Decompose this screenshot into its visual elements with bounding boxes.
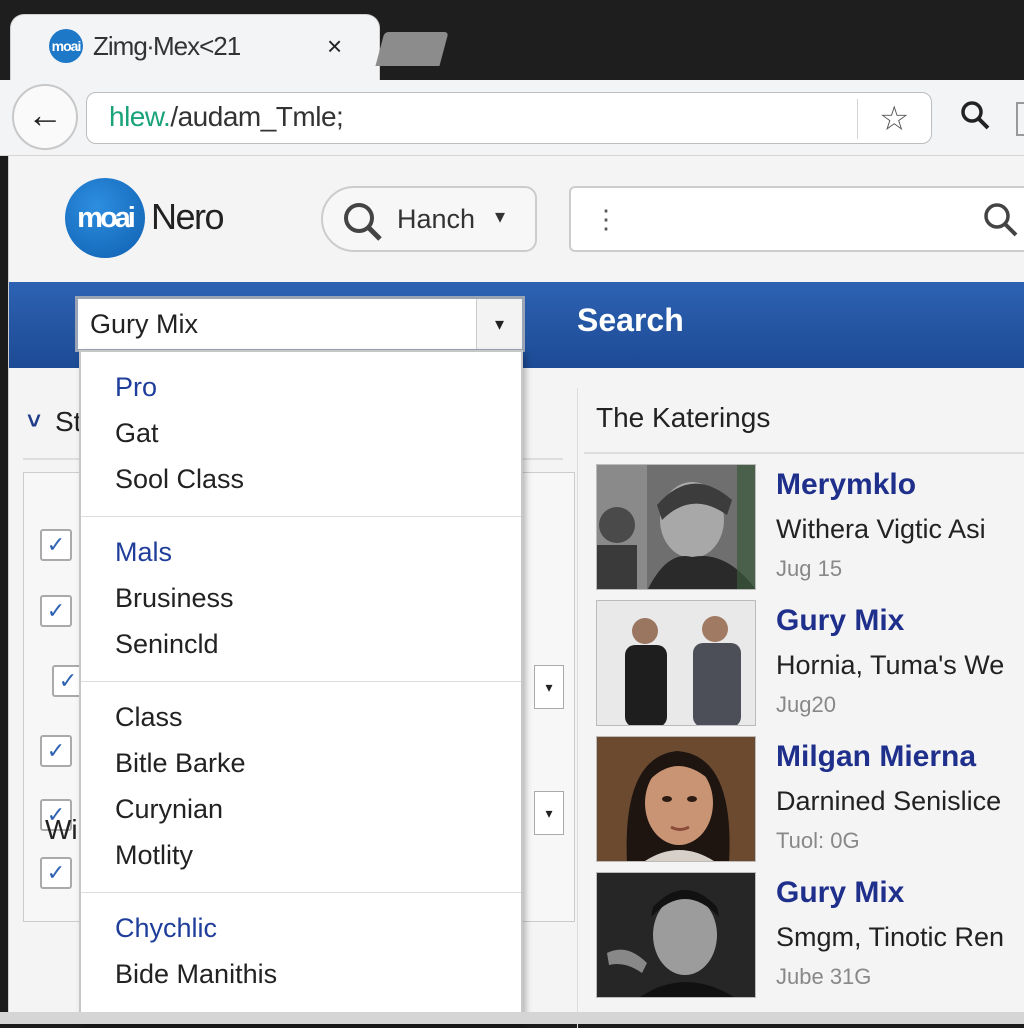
address-text: hlew./audam_Tmle; xyxy=(109,101,344,133)
result-title[interactable]: Merymklo xyxy=(776,468,916,502)
dropdown-option[interactable]: Bide Manithis xyxy=(81,951,521,997)
category-select[interactable]: Gury Mix ▾ xyxy=(75,296,525,352)
address-divider xyxy=(857,99,858,139)
address-bar[interactable]: hlew./audam_Tmle; ☆ xyxy=(86,92,932,144)
result-thumbnail[interactable] xyxy=(596,600,756,726)
filter-checkbox[interactable]: ✓ xyxy=(40,529,72,561)
hanch-dropdown-button[interactable]: Hanch ▾ xyxy=(321,186,537,252)
site-search-input[interactable]: ⋮ xyxy=(569,186,1024,252)
address-scheme: hlew. xyxy=(109,101,171,132)
web-page: moai Nero Hanch ▾ ⋮ Search ˅ St ✓ ✓ ✓ ✓ … xyxy=(8,156,1024,1028)
back-arrow-icon[interactable]: ← xyxy=(12,84,78,150)
text-cursor: ⋮ xyxy=(593,204,619,234)
dropdown-option[interactable]: Curynian xyxy=(81,786,521,832)
browser-tab-active[interactable]: moai Zimg∙Mex<21 × xyxy=(10,14,380,84)
result-title[interactable]: Gury Mix xyxy=(776,604,904,638)
result-card[interactable]: Gury Mix Hornia, Tuma's We Jug20 xyxy=(596,600,1024,730)
dropdown-option[interactable]: Motlity xyxy=(81,832,521,878)
result-subtitle: Darnined Senislice xyxy=(776,786,1002,816)
result-date: Jug 15 xyxy=(776,556,843,581)
result-date: Jug20 xyxy=(776,692,836,717)
dropdown-option[interactable]: Sool Class xyxy=(81,456,521,502)
filter-checkbox[interactable]: ✓ xyxy=(40,595,72,627)
result-thumbnail[interactable] xyxy=(596,736,756,862)
hanch-label: Hanch xyxy=(397,204,476,234)
new-tab-button[interactable] xyxy=(375,32,449,66)
dropdown-option[interactable]: Chychlic xyxy=(81,905,521,951)
category-dropdown-list: Pro Gat Sool Class Mals Brusiness Seninc… xyxy=(79,350,523,1024)
site-logo[interactable]: moai xyxy=(65,178,145,258)
dropdown-option[interactable]: Brusiness xyxy=(81,575,521,621)
search-icon[interactable] xyxy=(958,98,992,137)
result-title[interactable]: Gury Mix xyxy=(776,876,904,910)
result-thumbnail[interactable] xyxy=(596,464,756,590)
result-card[interactable]: Gury Mix Smgm, Tinotic Ren Jube 31G xyxy=(596,872,1024,1002)
browser-tabstrip: moai Zimg∙Mex<21 × xyxy=(0,0,1024,84)
window-bottom-edge xyxy=(0,1012,1024,1024)
tab-title: Zimg∙Mex<21 xyxy=(93,31,241,61)
address-path: /audam_Tmle; xyxy=(170,101,344,132)
dropdown-option[interactable]: Pro xyxy=(81,364,521,410)
result-thumbnail[interactable] xyxy=(596,872,756,998)
result-subtitle: Withera Vigtic Asi xyxy=(776,514,986,544)
result-date: Jube 31G xyxy=(776,964,872,989)
nav-search-link[interactable]: Search xyxy=(577,302,684,339)
menu-edge[interactable] xyxy=(1016,102,1024,136)
filter-checkbox[interactable]: ✓ xyxy=(40,857,72,889)
result-date: Tuol: 0G xyxy=(776,828,860,853)
dropdown-group: Mals Brusiness Senincld xyxy=(81,517,521,682)
category-select-value: Gury Mix xyxy=(90,309,198,339)
divider xyxy=(584,452,1024,454)
chevron-down-icon[interactable]: ▾ xyxy=(476,299,522,349)
search-icon[interactable] xyxy=(981,200,1021,245)
chevron-down-icon: ▾ xyxy=(495,206,506,228)
result-subtitle: Hornia, Tuma's We xyxy=(776,650,1005,680)
result-card[interactable]: Merymklo Withera Vigtic Asi Jug 15 xyxy=(596,464,1024,594)
dropdown-option[interactable]: Gat xyxy=(81,410,521,456)
dropdown-option[interactable]: Mals xyxy=(81,529,521,575)
filter-mini-dropdown[interactable]: ▾ xyxy=(534,791,564,835)
browser-toolbar: ← hlew./audam_Tmle; ☆ xyxy=(0,80,1024,156)
star-icon[interactable]: ☆ xyxy=(879,99,909,139)
dropdown-group: Class Bitle Barke Curynian Motlity xyxy=(81,682,521,893)
filter-footer-label: Wi xyxy=(45,814,78,845)
result-card[interactable]: Milgan Mierna Darnined Senislice Tuol: 0… xyxy=(596,736,1024,866)
result-subtitle: Smgm, Tinotic Ren xyxy=(776,922,1005,952)
dropdown-option[interactable]: Class xyxy=(81,694,521,740)
dropdown-option[interactable]: Bitle Barke xyxy=(81,740,521,786)
dropdown-group: Chychlic Bide Manithis xyxy=(81,893,521,1011)
chevron-down-icon[interactable]: ˅ xyxy=(27,408,41,436)
search-icon xyxy=(341,200,385,249)
site-name: Nero xyxy=(151,196,225,237)
filter-checkbox[interactable]: ✓ xyxy=(40,735,72,767)
filter-mini-dropdown[interactable]: ▾ xyxy=(534,665,564,709)
results-panel: The Katerings Merymklo Withera Vigtic As… xyxy=(577,388,1024,1028)
tab-close-icon[interactable]: × xyxy=(327,31,342,62)
tab-favicon-icon: moai xyxy=(49,29,83,63)
result-title[interactable]: Milgan Mierna xyxy=(776,740,976,774)
dropdown-group: Pro Gat Sool Class xyxy=(81,352,521,517)
dropdown-option[interactable]: Senincld xyxy=(81,621,521,667)
filter-section-title: St xyxy=(55,406,82,437)
results-title: The Katerings xyxy=(596,402,771,433)
